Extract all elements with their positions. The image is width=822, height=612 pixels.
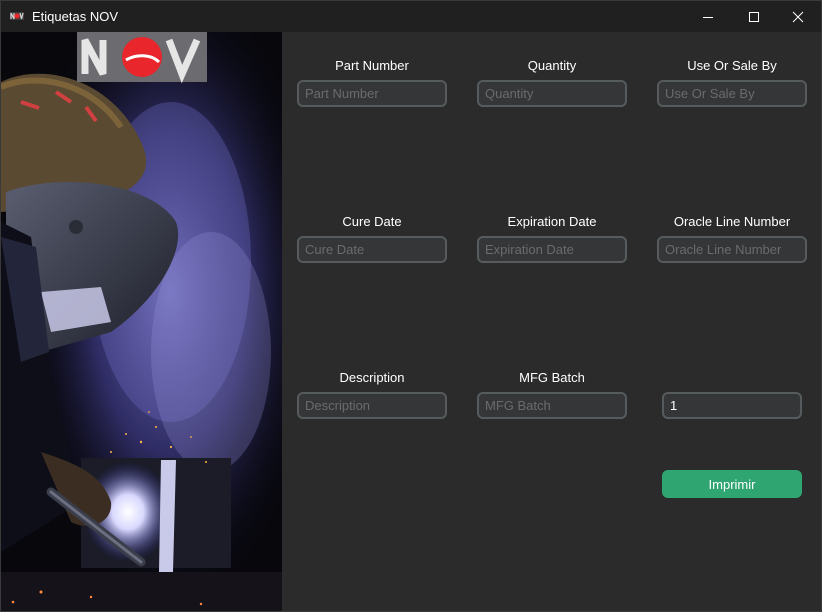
oracle-line-number-label: Oracle Line Number <box>673 214 791 229</box>
minimize-button[interactable] <box>685 1 731 32</box>
title-bar[interactable]: Etiquetas NOV <box>1 1 821 32</box>
part-number-input[interactable] <box>297 80 447 107</box>
description-label: Description <box>339 370 405 385</box>
window-title: Etiquetas NOV <box>32 9 118 24</box>
print-button[interactable]: Imprimir <box>662 470 802 498</box>
nov-brand-logo <box>77 32 207 84</box>
expiration-date-input[interactable] <box>477 236 627 263</box>
use-or-sale-by-label: Use Or Sale By <box>687 58 777 73</box>
oracle-line-number-input[interactable] <box>657 236 807 263</box>
copies-input[interactable] <box>662 392 802 419</box>
close-icon <box>792 11 804 22</box>
mfg-batch-label: MFG Batch <box>519 370 585 385</box>
welder-banner-image <box>1 32 282 611</box>
quantity-label: Quantity <box>527 58 577 73</box>
maximize-icon <box>749 11 759 22</box>
nov-logo-icon <box>10 12 24 20</box>
label-form: Part Number Quantity Use Or Sale By Cure… <box>282 32 821 611</box>
expiration-date-label: Expiration Date <box>507 214 597 229</box>
description-input[interactable] <box>297 392 447 419</box>
part-number-label: Part Number <box>335 58 409 73</box>
cure-date-input[interactable] <box>297 236 447 263</box>
app-window: Etiquetas NOV Part Number Part Number Qu… <box>0 0 822 612</box>
mfg-batch-input[interactable] <box>477 392 627 419</box>
welder-photo <box>1 32 282 611</box>
close-button[interactable] <box>775 1 821 32</box>
cure-date-label: Cure Date <box>342 214 402 229</box>
minimize-icon <box>703 16 713 18</box>
quantity-input[interactable] <box>477 80 627 107</box>
maximize-button[interactable] <box>731 1 777 32</box>
use-or-sale-by-input[interactable] <box>657 80 807 107</box>
